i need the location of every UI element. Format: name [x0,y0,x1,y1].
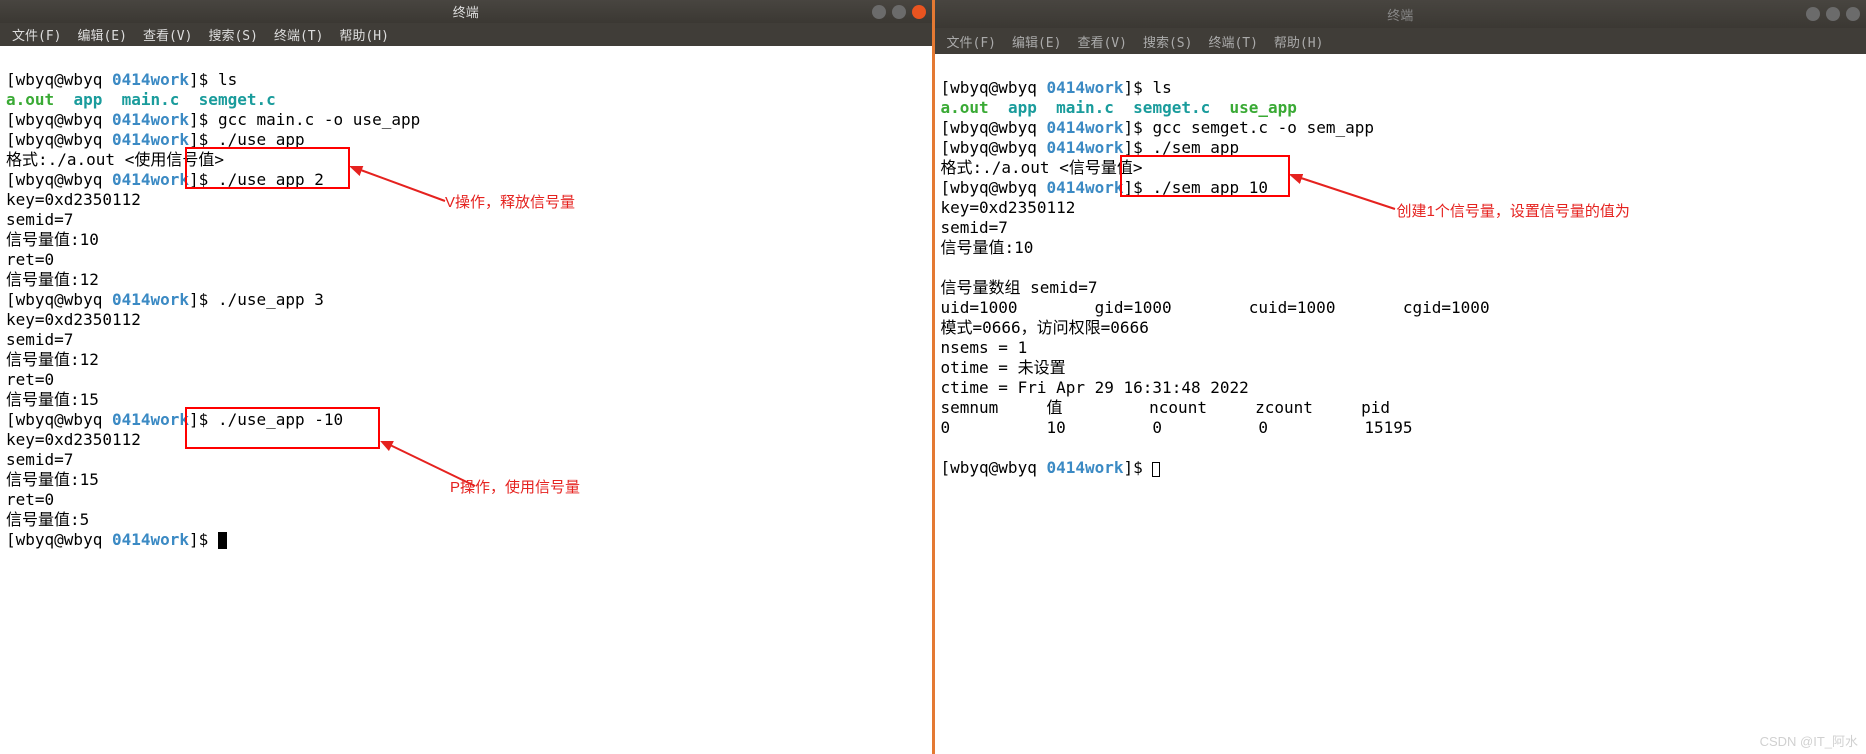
cmd-useapp2: ./use_app 2 [218,170,324,189]
output: semnum 值 ncount zcount pid [941,398,1390,417]
annotation-p-op: P操作，使用信号量 [450,478,580,498]
maximize-button[interactable] [1826,7,1840,21]
output: semid=7 [6,450,73,469]
titlebar-right[interactable]: 终端 [935,0,1866,28]
prompt-end: ]$ [1124,78,1153,97]
menubar-left: 文件(F) 编辑(E) 查看(V) 搜索(S) 终端(T) 帮助(H) [0,23,932,46]
arrow-v-op [350,166,450,206]
cmd-useapp3: ./use_app 3 [218,290,324,309]
cmd-useapp: ./use_app [218,130,305,149]
output: 信号量值:15 [6,390,99,409]
output: 信号量值:12 [6,350,99,369]
cmd-ls: ls [1152,78,1171,97]
cursor [218,532,227,549]
titlebar-left[interactable]: 终端 [0,0,932,23]
output: 信号量值:10 [941,238,1034,257]
menu-search[interactable]: 搜索(S) [1137,30,1198,53]
cmd-semapp10: ./sem_app 10 [1152,178,1268,197]
output: ctime = Fri Apr 29 16:31:48 2022 [941,378,1249,397]
ls-semget: semget.c [1133,98,1210,117]
arrow-p-op [380,441,480,491]
terminal-body-left[interactable]: [wbyq@wbyq 0414work]$ ls a.out app main.… [0,46,932,754]
ls-useapp: use_app [1230,98,1297,117]
close-button[interactable] [912,5,926,19]
arrow-create-sem [1290,174,1400,214]
output-usage: 格式:./a.out <信号量值> [941,158,1143,177]
ls-aout: a.out [6,90,54,109]
menu-edit[interactable]: 编辑(E) [71,23,132,46]
ls-mainc: main.c [1056,98,1114,117]
output-usage: 格式:./a.out <使用信号值> [6,150,224,169]
output: key=0xd2350112 [6,430,141,449]
output: semid=7 [6,210,73,229]
annotation-create-sem: 创建1个信号量，设置信号量的值为 [1397,202,1630,222]
maximize-button[interactable] [892,5,906,19]
ls-mainc: main.c [122,90,180,109]
output: 0 10 0 0 15195 [941,418,1413,437]
prompt-end: ]$ [189,70,218,89]
menu-file[interactable]: 文件(F) [941,30,1002,53]
output: semid=7 [6,330,73,349]
menu-search[interactable]: 搜索(S) [202,23,263,46]
ls-app: app [73,90,102,109]
menu-edit[interactable]: 编辑(E) [1006,30,1067,53]
output: key=0xd2350112 [6,310,141,329]
minimize-button[interactable] [1806,7,1820,21]
prompt: [wbyq@wbyq [6,70,112,89]
output: 模式=0666，访问权限=0666 [941,318,1149,337]
terminal-window-left: 终端 文件(F) 编辑(E) 查看(V) 搜索(S) 终端(T) 帮助(H) [… [0,0,932,754]
cmd-useapp-10: ./use_app -10 [218,410,343,429]
output: ret=0 [6,490,54,509]
window-title: 终端 [1387,5,1413,24]
menu-terminal[interactable]: 终端(T) [268,23,329,46]
cmd-ls: ls [218,70,237,89]
output: ret=0 [6,370,54,389]
annotation-v-op: V操作，释放信号量 [445,193,575,213]
ls-semget: semget.c [199,90,276,109]
prompt-dir: 0414work [1046,78,1123,97]
cmd-gcc: gcc semget.c -o sem_app [1152,118,1374,137]
ls-aout: a.out [941,98,989,117]
output: key=0xd2350112 [6,190,141,209]
menu-file[interactable]: 文件(F) [6,23,67,46]
output: 信号量数组 semid=7 [941,278,1098,297]
watermark: CSDN @IT_阿水 [1760,731,1858,750]
prompt-dir: 0414work [112,70,189,89]
output: nsems = 1 [941,338,1028,357]
menu-help[interactable]: 帮助(H) [333,23,394,46]
menubar-right: 文件(F) 编辑(E) 查看(V) 搜索(S) 终端(T) 帮助(H) [935,28,1866,54]
terminal-window-right: 终端 文件(F) 编辑(E) 查看(V) 搜索(S) 终端(T) 帮助(H) [… [935,0,1866,754]
close-button[interactable] [1846,7,1860,21]
cursor [1152,462,1160,477]
menu-view[interactable]: 查看(V) [1071,30,1132,53]
output: key=0xd2350112 [941,198,1076,217]
cmd-semapp: ./sem_app [1152,138,1239,157]
menu-view[interactable]: 查看(V) [137,23,198,46]
window-title: 终端 [453,2,479,21]
prompt: [wbyq@wbyq [941,78,1047,97]
minimize-button[interactable] [872,5,886,19]
output: 信号量值:15 [6,470,99,489]
output: otime = 未设置 [941,358,1066,377]
output: 信号量值:5 [6,510,89,529]
cmd-gcc: gcc main.c -o use_app [218,110,420,129]
output: semid=7 [941,218,1008,237]
ls-app: app [1008,98,1037,117]
output: ret=0 [6,250,54,269]
menu-help[interactable]: 帮助(H) [1268,30,1329,53]
output: 信号量值:12 [6,270,99,289]
output: 信号量值:10 [6,230,99,249]
output: uid=1000 gid=1000 cuid=1000 cgid=1000 [941,298,1490,317]
terminal-body-right[interactable]: [wbyq@wbyq 0414work]$ ls a.out app main.… [935,54,1866,754]
menu-terminal[interactable]: 终端(T) [1202,30,1263,53]
